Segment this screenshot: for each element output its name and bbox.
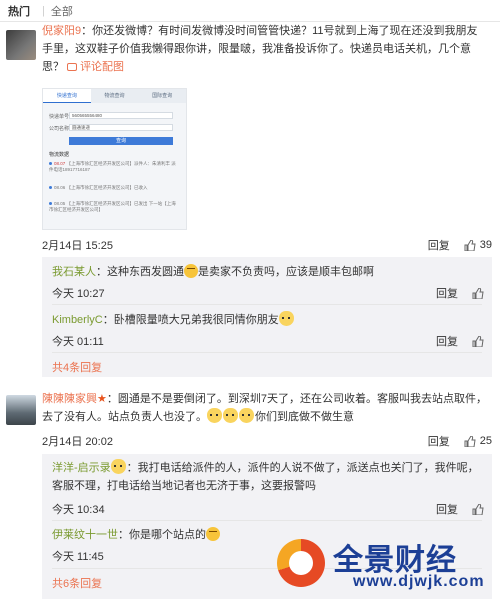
reply-button[interactable]: 回复 <box>428 237 450 253</box>
comment-pic-link[interactable]: 评论配图 <box>67 61 124 73</box>
more-replies-link[interactable]: 共6条回复 <box>52 575 102 591</box>
list-item: KimberlyC：卧槽限量喷大兄弟我很同情你朋友 <box>52 311 482 329</box>
emoji-icon <box>184 264 198 278</box>
image-icon <box>67 63 78 71</box>
divider <box>52 520 482 521</box>
like-count: 39 <box>479 239 492 251</box>
comment-time: 2月14日 15:25 <box>42 240 113 252</box>
tab-all[interactable]: 全部 <box>51 3 73 19</box>
reply-username[interactable]: 伊莱纹十一世 <box>52 529 118 541</box>
comment-actions: 回复 39 <box>428 237 492 253</box>
reply-username[interactable]: 洋洋-启示录 <box>52 462 111 474</box>
cat-emoji-icon <box>278 311 294 326</box>
tab-separator: | <box>42 4 45 17</box>
avatar[interactable] <box>6 30 36 60</box>
reply-username[interactable]: KimberlyC <box>52 314 103 326</box>
divider <box>52 304 482 305</box>
watermark: 全景财经 www.djwjk.com <box>277 533 493 593</box>
comment-time: 2月14日 20:02 <box>42 436 113 448</box>
image-tabs: 快递查询 物流查询 国际查询 <box>43 89 186 103</box>
reply-list: 我石某人：这种东西发圆通 是卖家不负责吗，应该是顺丰包邮啊 今天 10:27 回复… <box>42 257 492 377</box>
reply-button[interactable]: 回复 <box>436 501 458 517</box>
reply-button[interactable]: 回复 <box>428 433 450 449</box>
more-replies-link[interactable]: 共4条回复 <box>52 359 102 375</box>
thumb-up-icon[interactable] <box>472 287 484 299</box>
thumb-up-icon[interactable] <box>472 335 484 347</box>
reply-button[interactable]: 回复 <box>436 285 458 301</box>
list-item: 我石某人：这种东西发圆通 是卖家不负责吗，应该是顺丰包邮啊 <box>52 264 374 278</box>
comment-username[interactable]: 陳陳陳家興 <box>42 393 97 405</box>
thumb-up-icon[interactable] <box>464 239 476 251</box>
avatar[interactable] <box>6 395 36 425</box>
thumb-up-icon[interactable] <box>472 503 484 515</box>
watermark-logo-icon <box>277 539 325 587</box>
list-item: 洋洋-启示录 ：我打电话给派件的人，派件的人说不做了，派送点也关门了，我件呢，客服… <box>52 459 482 495</box>
reply-button[interactable]: 回复 <box>436 333 458 349</box>
thumb-up-icon[interactable] <box>464 435 476 447</box>
comment-text: 陳陳陳家興★：圆通是不是要倒闭了。到深圳7天了，还在公司收着。客服叫我去站点取件… <box>42 393 487 423</box>
tab-hot[interactable]: 热门 <box>8 3 30 19</box>
divider <box>52 352 482 353</box>
filter-tabs: 热门 | 全部 <box>0 0 500 22</box>
comment-username[interactable]: 倪家阳9 <box>42 25 81 37</box>
comment-image[interactable]: 快递查询 物流查询 国际查询 快递单号: 560565556480 公司名称: … <box>42 88 187 230</box>
comment-actions: 回复 25 <box>428 433 492 449</box>
like-count: 25 <box>479 435 492 447</box>
reply-username[interactable]: 我石某人 <box>52 266 96 278</box>
star-icon: ★ <box>97 393 107 405</box>
emoji-icon <box>206 527 220 541</box>
comment-text: 倪家阳9：你还发微博？有时间发微博没时间管管快递？11号就到上海了现在还没到我朋… <box>42 25 478 73</box>
